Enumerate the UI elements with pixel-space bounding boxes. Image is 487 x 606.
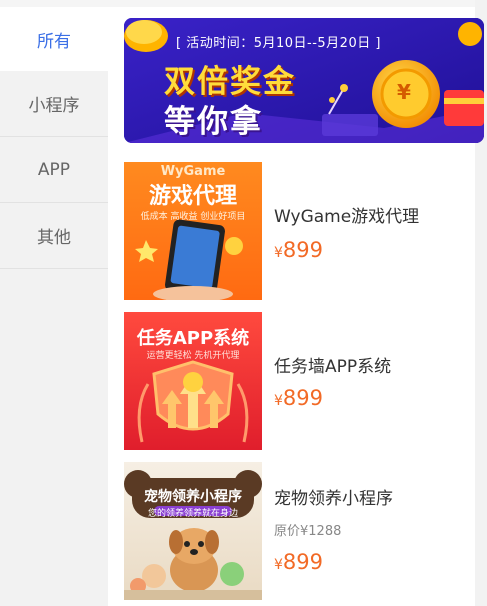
thumb-brand: WyGame — [160, 164, 226, 179]
product-name: WyGame游戏代理 — [274, 207, 420, 227]
product-price: ¥899 — [274, 550, 324, 574]
product-thumbnail: WyGame 游戏代理 低成本 高收益 创业好项目 — [124, 162, 262, 300]
product-thumbnail: 任务APP系统 运营更轻松 先机开代理 — [124, 312, 262, 450]
banner-headline: 双倍奖金 — [164, 64, 296, 100]
product-name: 任务墙APP系统 — [274, 357, 392, 377]
sidebar-item-other[interactable]: 其他 — [0, 203, 108, 269]
thumb-subtitle: 运营更轻松 先机开代理 — [146, 351, 240, 361]
banner-date: [ 活动时间：5月10日--5月20日 ] — [176, 36, 381, 51]
product-card-wygame[interactable]: WyGame 游戏代理 低成本 高收益 创业好项目 WyGame游戏代理 ¥89… — [124, 162, 474, 300]
sidebar-item-all[interactable]: 所有 — [0, 7, 108, 71]
banner-subheadline: 等你拿 — [164, 104, 263, 140]
thumb-title: 宠物领养小程序 — [144, 489, 242, 505]
product-name: 宠物领养小程序 — [274, 489, 393, 509]
promo-banner[interactable]: [ 活动时间：5月10日--5月20日 ] 双倍奖金 等你拿 ¥ — [124, 18, 484, 143]
product-card-taskwall[interactable]: 任务APP系统 运营更轻松 先机开代理 任务墙APP系统 ¥899 — [124, 312, 474, 450]
top-strip — [0, 0, 487, 7]
pet-dog-illustration — [124, 470, 262, 600]
coin-symbol: ¥ — [397, 80, 411, 104]
original-price: 原价¥1288 — [274, 524, 342, 539]
category-sidebar: 所有 小程序 APP 其他 — [0, 7, 108, 606]
thumb-subtitle: 低成本 高收益 创业好项目 — [140, 212, 246, 222]
thumb-subtitle: 您的领养领养就在身边 — [147, 509, 238, 519]
product-price: ¥899 — [274, 386, 324, 410]
product-price: ¥899 — [274, 238, 324, 262]
product-thumbnail: 宠物领养小程序 您的领养领养就在身边 — [124, 462, 262, 600]
product-card-pet-adoption[interactable]: 宠物领养小程序 您的领养领养就在身边 宠物领养小程序 原价¥1288 ¥899 — [124, 462, 474, 600]
sidebar-item-app[interactable]: APP — [0, 137, 108, 203]
thumb-title: 游戏代理 — [148, 184, 237, 209]
thumb-title: 任务APP系统 — [136, 328, 250, 349]
sidebar-item-miniprogram[interactable]: 小程序 — [0, 71, 108, 137]
